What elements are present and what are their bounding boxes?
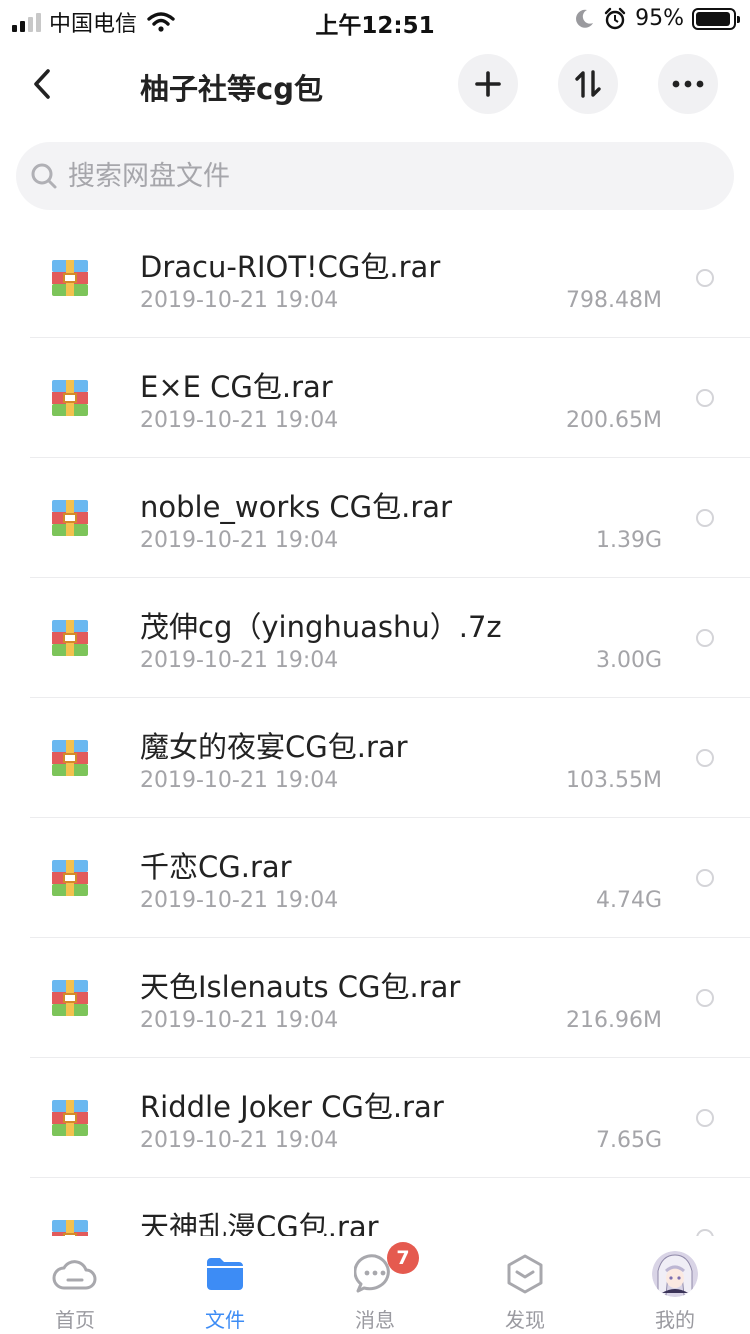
select-radio[interactable] [696,749,714,767]
archive-file-icon [52,740,88,776]
cloud-icon [52,1260,97,1290]
avatar [652,1251,698,1297]
select-radio[interactable] [696,1229,714,1236]
file-name: Dracu-RIOT!CG包.rar [140,250,441,284]
archive-file-icon [52,500,88,536]
file-date: 2019-10-21 19:04 [140,1008,339,1033]
archive-file-icon [52,860,88,896]
more-icon [672,80,704,88]
file-size: 4.74G [595,888,662,913]
file-size: 103.55M [566,768,662,793]
archive-file-icon [52,1100,88,1136]
tab-label: 文件 [205,1308,245,1332]
file-size: 798.48M [566,288,662,313]
folder-icon [207,1258,243,1290]
search-icon [31,163,57,189]
file-date: 2019-10-21 19:04 [140,1128,339,1153]
tab-files[interactable]: 文件 [150,1236,300,1334]
plus-icon [475,71,501,97]
file-size: 1.39G [595,528,662,553]
status-bar: 中国电信 上午12:51 95% [0,0,750,40]
search-bar[interactable] [16,142,734,210]
archive-file-icon [52,1220,88,1236]
sort-button[interactable] [558,54,618,114]
discover-icon [507,1254,543,1294]
file-date: 2019-10-21 19:04 [140,648,339,673]
file-date: 2019-10-21 19:04 [140,288,339,313]
page-title: 柚子社等cg包 [140,72,323,106]
file-row[interactable]: Riddle Joker CG包.rar 2019-10-21 19:04 7.65… [0,1058,750,1178]
more-button[interactable] [658,54,718,114]
archive-file-icon [52,260,88,296]
archive-file-icon [52,380,88,416]
tab-discover[interactable]: 发现 [450,1236,600,1334]
select-radio[interactable] [696,629,714,647]
unread-badge: 7 [387,1242,419,1274]
file-size: 216.96M [566,1008,662,1033]
file-row[interactable]: noble_works CG包.rar 2019-10-21 19:04 1.39G [0,458,750,578]
sort-icon [575,70,601,98]
header: 柚子社等cg包 [0,54,750,114]
file-date: 2019-10-21 19:04 [140,528,339,553]
file-row[interactable]: 魔女的夜宴CG包.rar 2019-10-21 19:04 103.55M [0,698,750,818]
file-date: 2019-10-21 19:04 [140,768,339,793]
select-radio[interactable] [696,389,714,407]
file-size: 7.65G [595,1128,662,1153]
archive-file-icon [52,980,88,1016]
select-radio[interactable] [696,869,714,887]
tab-label: 我的 [655,1308,695,1332]
file-size: 200.65M [566,408,662,433]
battery-icon [692,7,740,30]
file-name: noble_works CG包.rar [140,490,452,524]
file-name: 魔女的夜宴CG包.rar [140,730,408,764]
file-row[interactable]: 茂伸cg（yinghuashu）.7z 2019-10-21 19:04 3.00G [0,578,750,698]
file-row[interactable]: 天神乱漫CG包.rar [0,1178,750,1236]
file-row[interactable]: 天色Islenauts CG包.rar 2019-10-21 19:04 216.9… [0,938,750,1058]
tab-profile[interactable]: 我的 [600,1236,750,1334]
add-button[interactable] [458,54,518,114]
file-name: 千恋CG.rar [140,850,292,884]
file-name: Riddle Joker CG包.rar [140,1090,444,1124]
file-list: Dracu-RIOT!CG包.rar 2019-10-21 19:04 798.48… [0,218,750,1236]
search-input[interactable] [68,160,668,192]
archive-file-icon [52,620,88,656]
file-name: 茂伸cg（yinghuashu）.7z [140,610,502,644]
back-button[interactable] [22,58,62,110]
file-name: E×E CG包.rar [140,370,333,404]
file-size: 3.00G [595,648,662,673]
file-row[interactable]: 千恋CG.rar 2019-10-21 19:04 4.74G [0,818,750,938]
file-date: 2019-10-21 19:04 [140,408,339,433]
select-radio[interactable] [696,269,714,287]
tab-label: 发现 [505,1308,545,1332]
select-radio[interactable] [696,1109,714,1127]
battery-percent: 95% [635,6,684,31]
tab-home[interactable]: 首页 [0,1236,150,1334]
tab-label: 消息 [355,1308,395,1332]
moon-icon [576,9,594,28]
file-row[interactable]: Dracu-RIOT!CG包.rar 2019-10-21 19:04 798.48… [0,218,750,338]
select-radio[interactable] [696,989,714,1007]
file-name: 天神乱漫CG包.rar [140,1210,379,1236]
select-radio[interactable] [696,509,714,527]
alarm-icon [604,7,626,29]
back-arrow-icon [34,69,50,99]
file-row[interactable]: E×E CG包.rar 2019-10-21 19:04 200.65M [0,338,750,458]
file-name: 天色Islenauts CG包.rar [140,970,461,1004]
file-date: 2019-10-21 19:04 [140,888,339,913]
tab-label: 首页 [55,1308,95,1332]
tab-bar: 首页 文件 7 消息 发现 我的 [0,1236,750,1334]
tab-messages[interactable]: 7 消息 [300,1236,450,1334]
